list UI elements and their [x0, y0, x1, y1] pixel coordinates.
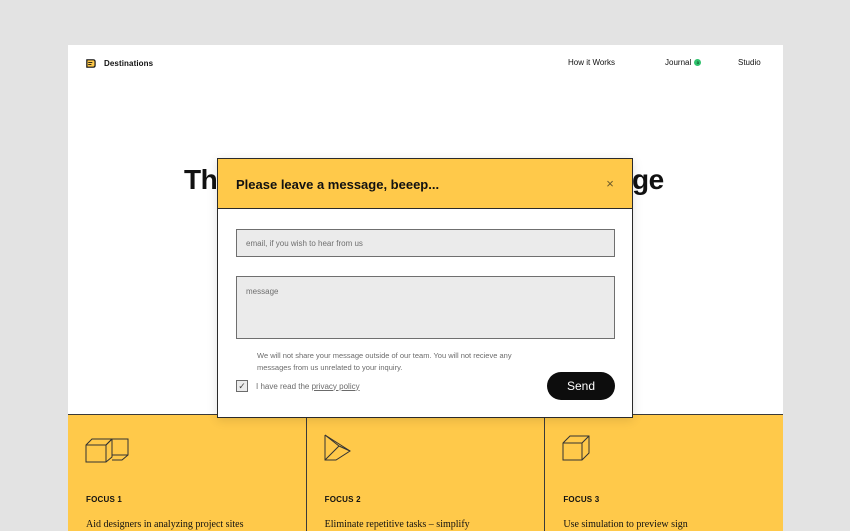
consent-checkbox[interactable]: ✓	[236, 380, 248, 392]
brand-logo[interactable]: Destinations	[85, 58, 153, 69]
focus-label: FOCUS 2	[324, 495, 361, 504]
focus-card-2[interactable]: FOCUS 2 Eliminate repetitive tasks – sim…	[306, 415, 546, 531]
focus-text: Aid designers in analyzing project sites	[86, 519, 244, 530]
double-cube-icon	[85, 438, 129, 463]
focus-card-3[interactable]: FOCUS 3 Use simulation to preview sign	[545, 415, 783, 531]
nav-link-how-it-works[interactable]: How it Works	[568, 58, 615, 67]
message-field[interactable]	[236, 276, 615, 339]
consent-row: ✓ I have read the privacy policy	[236, 380, 360, 392]
nav-link-journal[interactable]: Journal 3	[665, 58, 702, 67]
focus-label: FOCUS 3	[563, 495, 600, 504]
brand-name: Destinations	[104, 59, 154, 68]
focus-label: FOCUS 1	[86, 495, 123, 504]
consent-label: I have read the privacy policy	[256, 382, 360, 391]
modal-title: Please leave a message, beeep...	[236, 177, 440, 192]
focus-text: Use simulation to preview sign	[563, 519, 688, 530]
focus-text: Eliminate repetitive tasks – simplify	[324, 519, 470, 530]
consent-text: I have read the	[256, 381, 312, 391]
email-field[interactable]	[236, 229, 615, 257]
message-modal: Please leave a message, beeep... × We wi…	[217, 158, 633, 418]
send-button[interactable]: Send	[547, 372, 615, 400]
logo-icon	[86, 59, 96, 68]
triangle-prism-icon	[324, 434, 351, 461]
modal-header: Please leave a message, beeep... ×	[218, 159, 632, 209]
focus-card-1[interactable]: FOCUS 1 Aid designers in analyzing proje…	[68, 415, 307, 531]
privacy-policy-link[interactable]: privacy policy	[312, 382, 360, 391]
notification-badge: 3	[694, 59, 702, 66]
hero-heading-start: Th	[184, 164, 218, 195]
close-icon[interactable]: ×	[602, 176, 618, 192]
nav-link-studio[interactable]: Studio	[738, 58, 761, 67]
privacy-disclaimer: We will not share your message outside o…	[257, 351, 512, 372]
nav-link-journal-label: Journal	[665, 58, 692, 67]
cube-icon	[562, 435, 590, 461]
hero-heading-end: ge	[632, 164, 664, 195]
top-nav: Destinations How it Works Journal 3 Stud…	[68, 45, 783, 81]
focus-cards: FOCUS 1 Aid designers in analyzing proje…	[68, 414, 783, 531]
